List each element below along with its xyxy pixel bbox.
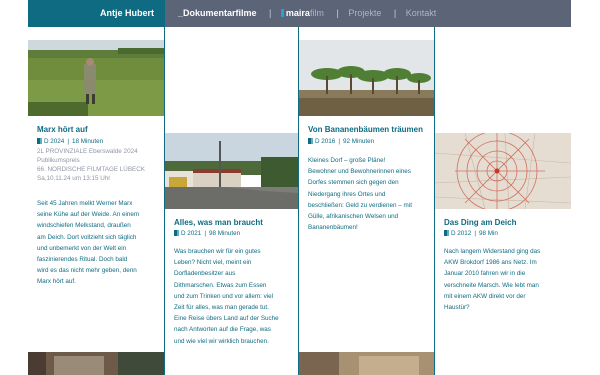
film-year: D 2021 [181,230,202,237]
top-navigation-bar: Antje Hubert _Dokumentarfilme | mairafil… [28,0,571,27]
film-thumbnail-next[interactable] [299,352,434,375]
description-line: Was brauchen wir für ein gutes [174,248,261,255]
description-line: Gülle, afrikanischen Welsen und [308,213,399,221]
description-line: Seit 45 Jahren melkt Werner Marx [37,200,133,207]
film-description: Nach langem Widerstand ging das AKW Brok… [444,246,574,313]
film-thumbnail-deich[interactable] [435,133,571,209]
site-brand[interactable]: Antje Hubert [100,8,154,18]
film-year: D 2024 [44,138,65,145]
maira-logo-icon [280,9,284,17]
film-thumbnail-marx[interactable] [28,40,164,116]
description-line: Kleines Dorf – große Pläne! [308,157,386,164]
film-duration: 98 Min [478,230,498,237]
description-line: Haustür? [444,304,470,312]
nav-mairafilm[interactable]: mairafilm [280,8,324,18]
description-line: Dorfes stemmen sich gegen den [308,179,399,187]
description-line: Bewohner und Bewohnerinnen eines [308,168,411,176]
nav-documentaries[interactable]: _Dokumentarfilme [178,8,257,18]
description-line: faszinierendes Ritual. Doch bald [37,256,128,264]
description-line: mit einem AKW direkt vor der [444,292,526,300]
description-line: seine Kühe auf der Weide. An einem [37,211,140,219]
meta-separator: | [338,138,340,145]
film-description: Seit 45 Jahren melkt Werner Marx seine K… [37,198,167,288]
festival-line: Sa,10.11.24 um 13:15 Uhr [37,175,111,182]
description-line: Eine Reise übers Land auf der Suche [174,315,279,323]
film-title[interactable]: Alles, was man braucht [174,218,263,227]
main-nav: _Dokumentarfilme | mairafilm | Projekte … [178,8,439,18]
film-year: D 2012 [451,230,472,237]
film-description: Was brauchen wir für ein gutes Leben? Ni… [174,246,304,347]
description-line: und zum Trinken und vor allem: viel [174,292,274,300]
film-title[interactable]: Von Bananenbäumen träumen [308,125,423,134]
description-line: und unbemerkt von der Welt ein [37,244,127,252]
description-line: Bananenbäumen! [308,224,358,232]
meta-separator: | [474,230,476,237]
film-festival-info: 2L PROVINZIALE Eberswalde 2024 Publikums… [37,147,145,183]
festival-line: 2L PROVINZIALE Eberswalde 2024 [37,148,138,155]
description-line: Marx hört auf. [37,278,76,286]
description-line: Zeit für alles, was man gerade tut. [174,304,269,312]
film-icon [37,138,42,144]
film-thumbnail-next[interactable] [28,352,164,375]
nav-contact[interactable]: Kontakt [406,8,437,18]
film-thumbnail-bananen[interactable] [299,40,434,116]
description-line: AKW Brokdorf 1986 ans Netz. Im [444,259,537,267]
description-line: nach Antworten auf die Frage, was [174,326,271,334]
nav-maira-rest: film [309,8,324,18]
nav-projects[interactable]: Projekte [348,8,381,18]
meta-separator: | [204,230,206,237]
film-duration: 18 Minuten [71,138,104,145]
description-line: und wie viel wir wirklich brauchen. [174,337,269,345]
film-icon [444,230,449,236]
nav-separator: | [336,8,339,18]
film-icon [308,138,313,144]
film-icon [174,230,179,236]
film-title[interactable]: Marx hört auf [37,125,88,134]
description-line: am Deich. Dort vollzieht sich täglich [37,233,137,241]
description-line: Dorfladenbesitzer aus [174,270,236,278]
festival-line: Publikumspreis [37,157,80,164]
description-line: wird es das nicht mehr geben, denn [37,267,137,275]
film-description: Kleines Dorf – große Pläne! Bewohner und… [308,155,438,233]
nav-separator: | [269,8,272,18]
film-duration: 92 Minuten [342,138,375,145]
description-line: Januar 2010 fahren wir in die [444,270,526,278]
film-thumbnail-alles[interactable] [165,133,298,209]
description-line: Niedergang ihres Ortes und [308,190,386,198]
film-meta: D 2021 | 98 Minuten [174,230,240,237]
film-year: D 2016 [315,138,336,145]
description-line: windschiefen Melkstand, draußen [37,222,131,230]
description-line: beschließen: Geld zu verdienen – mit [308,201,412,209]
film-duration: 98 Minuten [208,230,241,237]
nav-maira-bold: maira [285,8,310,18]
meta-separator: | [67,138,69,145]
festival-line: 66. NORDISCHE FILMTAGE LÜBECK [37,166,146,173]
nav-separator: | [393,8,397,18]
film-title[interactable]: Das Ding am Deich [444,218,516,227]
film-meta: D 2016 | 92 Minuten [308,138,374,145]
description-line: Leben? Nicht viel, meint ein [174,259,252,267]
film-meta: D 2012 | 98 Min [444,230,498,237]
description-line: Nach langem Widerstand ging das [444,248,541,255]
description-line: Dithmarschen. Etwas zum Essen [174,281,267,289]
film-meta: D 2024 | 18 Minuten [37,138,103,145]
description-line: verschneite Marsch. Wie lebt man [444,281,539,289]
